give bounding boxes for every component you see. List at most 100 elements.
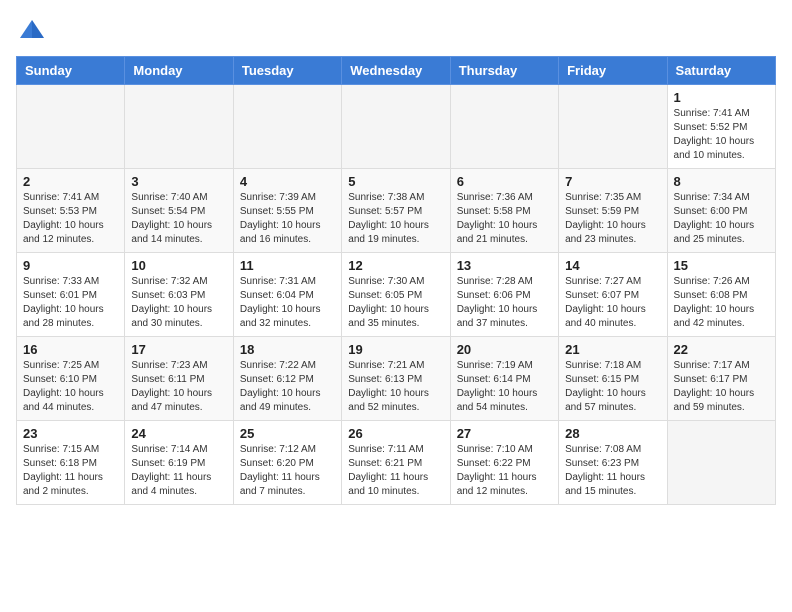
weekday-header-friday: Friday bbox=[559, 57, 667, 85]
day-info: Sunrise: 7:19 AM Sunset: 6:14 PM Dayligh… bbox=[457, 359, 552, 415]
day-number: 24 bbox=[131, 426, 226, 441]
calendar-cell: 5 Sunrise: 7:38 AM Sunset: 5:57 PM Daylig… bbox=[342, 169, 450, 253]
day-info: Sunrise: 7:22 AM Sunset: 6:12 PM Dayligh… bbox=[240, 359, 335, 415]
day-number: 12 bbox=[348, 258, 443, 273]
calendar-cell bbox=[125, 85, 233, 169]
day-info: Sunrise: 7:36 AM Sunset: 5:58 PM Dayligh… bbox=[457, 191, 552, 247]
weekday-header-thursday: Thursday bbox=[450, 57, 558, 85]
day-info: Sunrise: 7:25 AM Sunset: 6:10 PM Dayligh… bbox=[23, 359, 118, 415]
calendar-cell: 8 Sunrise: 7:34 AM Sunset: 6:00 PM Daylig… bbox=[667, 169, 775, 253]
day-number: 8 bbox=[674, 174, 769, 189]
day-info: Sunrise: 7:15 AM Sunset: 6:18 PM Dayligh… bbox=[23, 443, 118, 499]
day-info: Sunrise: 7:27 AM Sunset: 6:07 PM Dayligh… bbox=[565, 275, 660, 331]
calendar-cell: 6 Sunrise: 7:36 AM Sunset: 5:58 PM Daylig… bbox=[450, 169, 558, 253]
day-number: 16 bbox=[23, 342, 118, 357]
day-info: Sunrise: 7:40 AM Sunset: 5:54 PM Dayligh… bbox=[131, 191, 226, 247]
calendar-cell: 23 Sunrise: 7:15 AM Sunset: 6:18 PM Dayli… bbox=[17, 421, 125, 505]
day-info: Sunrise: 7:21 AM Sunset: 6:13 PM Dayligh… bbox=[348, 359, 443, 415]
calendar-week-row: 16 Sunrise: 7:25 AM Sunset: 6:10 PM Dayli… bbox=[17, 337, 776, 421]
day-info: Sunrise: 7:23 AM Sunset: 6:11 PM Dayligh… bbox=[131, 359, 226, 415]
calendar-cell: 25Sunrise: 7:12 AM Sunset: 6:20 PM Dayli… bbox=[233, 421, 341, 505]
day-info: Sunrise: 7:39 AM Sunset: 5:55 PM Dayligh… bbox=[240, 191, 335, 247]
calendar-cell: 11 Sunrise: 7:31 AM Sunset: 6:04 PM Dayli… bbox=[233, 253, 341, 337]
calendar-cell: 22 Sunrise: 7:17 AM Sunset: 6:17 PM Dayli… bbox=[667, 337, 775, 421]
day-number: 5 bbox=[348, 174, 443, 189]
day-info: Sunrise: 7:26 AM Sunset: 6:08 PM Dayligh… bbox=[674, 275, 769, 331]
day-info: Sunrise: 7:08 AM Sunset: 6:23 PM Dayligh… bbox=[565, 443, 660, 499]
calendar-week-row: 1Sunrise: 7:41 AM Sunset: 5:52 PM Daylig… bbox=[17, 85, 776, 169]
weekday-header-monday: Monday bbox=[125, 57, 233, 85]
day-number: 2 bbox=[23, 174, 118, 189]
calendar-table: SundayMondayTuesdayWednesdayThursdayFrid… bbox=[16, 56, 776, 505]
day-number: 20 bbox=[457, 342, 552, 357]
calendar-cell: 9 Sunrise: 7:33 AM Sunset: 6:01 PM Daylig… bbox=[17, 253, 125, 337]
day-info: Sunrise: 7:34 AM Sunset: 6:00 PM Dayligh… bbox=[674, 191, 769, 247]
calendar-cell bbox=[559, 85, 667, 169]
day-number: 6 bbox=[457, 174, 552, 189]
day-number: 14 bbox=[565, 258, 660, 273]
calendar-cell: 27 Sunrise: 7:10 AM Sunset: 6:22 PM Dayli… bbox=[450, 421, 558, 505]
calendar-cell: 12 Sunrise: 7:30 AM Sunset: 6:05 PM Dayli… bbox=[342, 253, 450, 337]
calendar-cell: 28 Sunrise: 7:08 AM Sunset: 6:23 PM Dayli… bbox=[559, 421, 667, 505]
calendar-cell: 7Sunrise: 7:35 AM Sunset: 5:59 PM Daylig… bbox=[559, 169, 667, 253]
day-number: 22 bbox=[674, 342, 769, 357]
weekday-header-sunday: Sunday bbox=[17, 57, 125, 85]
day-info: Sunrise: 7:32 AM Sunset: 6:03 PM Dayligh… bbox=[131, 275, 226, 331]
calendar-week-row: 23 Sunrise: 7:15 AM Sunset: 6:18 PM Dayli… bbox=[17, 421, 776, 505]
calendar-cell: 2Sunrise: 7:41 AM Sunset: 5:53 PM Daylig… bbox=[17, 169, 125, 253]
day-info: Sunrise: 7:33 AM Sunset: 6:01 PM Dayligh… bbox=[23, 275, 118, 331]
calendar-week-row: 2Sunrise: 7:41 AM Sunset: 5:53 PM Daylig… bbox=[17, 169, 776, 253]
day-number: 23 bbox=[23, 426, 118, 441]
day-number: 19 bbox=[348, 342, 443, 357]
calendar-cell: 14 Sunrise: 7:27 AM Sunset: 6:07 PM Dayli… bbox=[559, 253, 667, 337]
calendar-week-row: 9 Sunrise: 7:33 AM Sunset: 6:01 PM Daylig… bbox=[17, 253, 776, 337]
calendar-cell: 18 Sunrise: 7:22 AM Sunset: 6:12 PM Dayli… bbox=[233, 337, 341, 421]
day-number: 17 bbox=[131, 342, 226, 357]
calendar-cell bbox=[450, 85, 558, 169]
calendar-cell: 1Sunrise: 7:41 AM Sunset: 5:52 PM Daylig… bbox=[667, 85, 775, 169]
day-number: 18 bbox=[240, 342, 335, 357]
logo bbox=[16, 16, 48, 44]
calendar-cell: 24 Sunrise: 7:14 AM Sunset: 6:19 PM Dayli… bbox=[125, 421, 233, 505]
weekday-header-saturday: Saturday bbox=[667, 57, 775, 85]
day-number: 3 bbox=[131, 174, 226, 189]
day-info: Sunrise: 7:18 AM Sunset: 6:15 PM Dayligh… bbox=[565, 359, 660, 415]
day-info: Sunrise: 7:38 AM Sunset: 5:57 PM Dayligh… bbox=[348, 191, 443, 247]
day-info: Sunrise: 7:30 AM Sunset: 6:05 PM Dayligh… bbox=[348, 275, 443, 331]
weekday-header-wednesday: Wednesday bbox=[342, 57, 450, 85]
calendar-cell: 21 Sunrise: 7:18 AM Sunset: 6:15 PM Dayli… bbox=[559, 337, 667, 421]
day-number: 21 bbox=[565, 342, 660, 357]
calendar-cell bbox=[17, 85, 125, 169]
calendar-cell: 4 Sunrise: 7:39 AM Sunset: 5:55 PM Daylig… bbox=[233, 169, 341, 253]
calendar-cell: 3 Sunrise: 7:40 AM Sunset: 5:54 PM Daylig… bbox=[125, 169, 233, 253]
day-number: 11 bbox=[240, 258, 335, 273]
day-number: 4 bbox=[240, 174, 335, 189]
calendar-cell bbox=[233, 85, 341, 169]
day-number: 28 bbox=[565, 426, 660, 441]
calendar-cell: 26Sunrise: 7:11 AM Sunset: 6:21 PM Dayli… bbox=[342, 421, 450, 505]
calendar-cell: 20 Sunrise: 7:19 AM Sunset: 6:14 PM Dayli… bbox=[450, 337, 558, 421]
weekday-header-tuesday: Tuesday bbox=[233, 57, 341, 85]
day-number: 25 bbox=[240, 426, 335, 441]
day-number: 13 bbox=[457, 258, 552, 273]
calendar-cell: 10 Sunrise: 7:32 AM Sunset: 6:03 PM Dayli… bbox=[125, 253, 233, 337]
calendar-cell: 17 Sunrise: 7:23 AM Sunset: 6:11 PM Dayli… bbox=[125, 337, 233, 421]
calendar-cell: 15Sunrise: 7:26 AM Sunset: 6:08 PM Dayli… bbox=[667, 253, 775, 337]
day-info: Sunrise: 7:10 AM Sunset: 6:22 PM Dayligh… bbox=[457, 443, 552, 499]
day-number: 27 bbox=[457, 426, 552, 441]
day-number: 1 bbox=[674, 90, 769, 105]
calendar-cell bbox=[342, 85, 450, 169]
day-info: Sunrise: 7:14 AM Sunset: 6:19 PM Dayligh… bbox=[131, 443, 226, 499]
calendar-cell: 13 Sunrise: 7:28 AM Sunset: 6:06 PM Dayli… bbox=[450, 253, 558, 337]
day-info: Sunrise: 7:11 AM Sunset: 6:21 PM Dayligh… bbox=[348, 443, 443, 499]
calendar-cell: 16 Sunrise: 7:25 AM Sunset: 6:10 PM Dayli… bbox=[17, 337, 125, 421]
logo-icon bbox=[18, 16, 46, 44]
day-number: 9 bbox=[23, 258, 118, 273]
day-info: Sunrise: 7:17 AM Sunset: 6:17 PM Dayligh… bbox=[674, 359, 769, 415]
day-info: Sunrise: 7:31 AM Sunset: 6:04 PM Dayligh… bbox=[240, 275, 335, 331]
day-info: Sunrise: 7:35 AM Sunset: 5:59 PM Dayligh… bbox=[565, 191, 660, 247]
page-header bbox=[16, 16, 776, 44]
day-info: Sunrise: 7:28 AM Sunset: 6:06 PM Dayligh… bbox=[457, 275, 552, 331]
calendar-cell: 19 Sunrise: 7:21 AM Sunset: 6:13 PM Dayli… bbox=[342, 337, 450, 421]
day-number: 10 bbox=[131, 258, 226, 273]
